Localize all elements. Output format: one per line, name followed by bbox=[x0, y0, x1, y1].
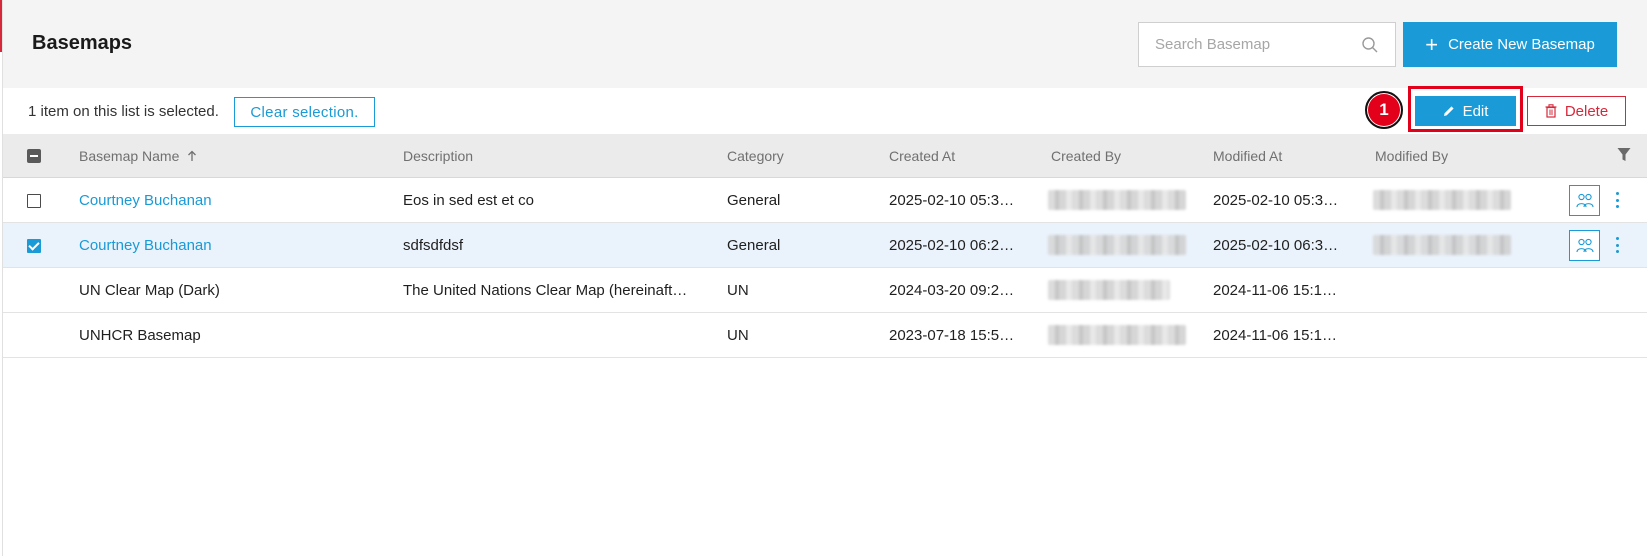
modified-by-redacted bbox=[1373, 190, 1511, 210]
created-by-redacted bbox=[1048, 280, 1170, 300]
selection-bar: 1 item on this list is selected. Clear s… bbox=[3, 86, 1647, 134]
column-header-name[interactable]: Basemap Name bbox=[79, 148, 197, 164]
created-at-cell: 2025-02-10 06:2… bbox=[889, 237, 1015, 254]
selection-status: 1 item on this list is selected. bbox=[28, 103, 219, 120]
modified-at-cell: 2025-02-10 05:3… bbox=[1213, 192, 1339, 209]
share-button[interactable] bbox=[1569, 230, 1600, 261]
search-icon[interactable] bbox=[1361, 36, 1379, 54]
created-at-cell: 2024-03-20 09:2… bbox=[889, 282, 1015, 299]
basemap-name-cell: UN Clear Map (Dark) bbox=[79, 282, 220, 299]
table-row[interactable]: Courtney Buchanan sdfsdfdsf General 2025… bbox=[3, 223, 1647, 268]
share-users-icon bbox=[1575, 238, 1594, 252]
column-header-description[interactable]: Description bbox=[403, 148, 473, 164]
edit-button[interactable]: Edit bbox=[1415, 96, 1516, 126]
create-basemap-button[interactable]: + Create New Basemap bbox=[1403, 22, 1617, 67]
category-cell: General bbox=[727, 192, 781, 209]
sort-arrow-up-icon bbox=[188, 150, 197, 161]
kebab-menu-icon[interactable] bbox=[1611, 189, 1623, 211]
column-header-name-label: Basemap Name bbox=[79, 148, 180, 164]
search-input[interactable] bbox=[1139, 23, 1359, 66]
basemap-name-link[interactable]: Courtney Buchanan bbox=[79, 192, 389, 209]
column-header-modified-by[interactable]: Modified By bbox=[1375, 148, 1448, 164]
category-cell: UN bbox=[727, 282, 749, 299]
select-all-checkbox[interactable] bbox=[27, 149, 41, 163]
table-row[interactable]: UN Clear Map (Dark) The United Nations C… bbox=[3, 268, 1647, 313]
description-cell: Eos in sed est et co bbox=[403, 192, 534, 209]
column-header-modified-at[interactable]: Modified At bbox=[1213, 148, 1282, 164]
filter-icon bbox=[1617, 148, 1631, 161]
created-at-cell: 2023-07-18 15:5… bbox=[889, 327, 1015, 344]
share-users-icon bbox=[1575, 193, 1594, 207]
create-basemap-label: Create New Basemap bbox=[1448, 36, 1595, 53]
clear-selection-button[interactable]: Clear selection. bbox=[234, 97, 375, 127]
column-header-created-at[interactable]: Created At bbox=[889, 148, 955, 164]
created-by-redacted bbox=[1048, 235, 1186, 255]
modified-at-cell: 2025-02-10 06:3… bbox=[1213, 237, 1339, 254]
created-by-redacted bbox=[1048, 325, 1186, 345]
column-header-category[interactable]: Category bbox=[727, 148, 784, 164]
filter-button[interactable] bbox=[1617, 147, 1631, 163]
description-cell: The United Nations Clear Map (hereinaft… bbox=[403, 282, 688, 299]
plus-icon: + bbox=[1425, 31, 1439, 57]
basemap-name-cell: UNHCR Basemap bbox=[79, 327, 201, 344]
row-checkbox[interactable] bbox=[27, 194, 41, 208]
trash-icon bbox=[1545, 104, 1557, 118]
created-at-cell: 2025-02-10 05:3… bbox=[889, 192, 1015, 209]
basemap-name-link[interactable]: Courtney Buchanan bbox=[79, 237, 389, 254]
search-box[interactable] bbox=[1138, 22, 1396, 67]
step-number-badge: 1 bbox=[1365, 91, 1403, 129]
pencil-icon bbox=[1443, 106, 1454, 116]
modified-at-cell: 2024-11-06 15:1… bbox=[1213, 282, 1337, 299]
kebab-menu-icon[interactable] bbox=[1611, 234, 1623, 256]
table-header: Basemap Name Description Category Create… bbox=[3, 134, 1647, 178]
description-cell: sdfsdfdsf bbox=[403, 237, 464, 254]
column-header-created-by[interactable]: Created By bbox=[1051, 148, 1121, 164]
created-by-redacted bbox=[1048, 190, 1186, 210]
table-row[interactable]: Courtney Buchanan Eos in sed est et co G… bbox=[3, 178, 1647, 223]
row-checkbox[interactable] bbox=[27, 239, 41, 253]
modified-by-redacted bbox=[1373, 235, 1511, 255]
category-cell: General bbox=[727, 237, 781, 254]
delete-button[interactable]: Delete bbox=[1527, 96, 1626, 126]
category-cell: UN bbox=[727, 327, 749, 344]
delete-label: Delete bbox=[1564, 102, 1609, 120]
modified-at-cell: 2024-11-06 15:1… bbox=[1213, 327, 1337, 344]
share-button[interactable] bbox=[1569, 185, 1600, 216]
page-title: Basemaps bbox=[32, 32, 133, 54]
table-row[interactable]: UNHCR Basemap UN 2023-07-18 15:5… 2024-1… bbox=[3, 313, 1647, 358]
edit-label: Edit bbox=[1462, 102, 1489, 120]
page-header: Basemaps + Create New Basemap bbox=[3, 0, 1647, 88]
